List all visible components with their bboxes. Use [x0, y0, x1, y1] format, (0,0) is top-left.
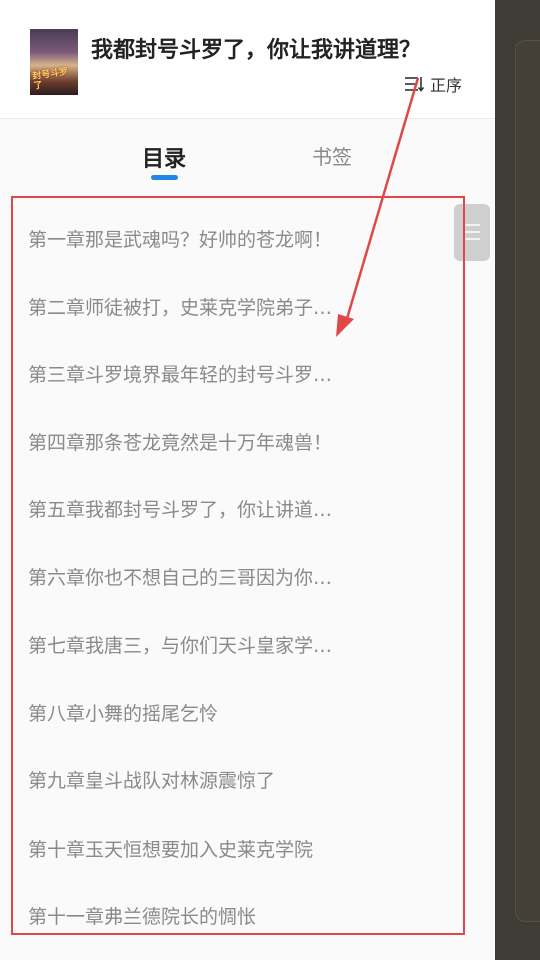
chapter-item[interactable]: 第四章那条苍龙竟然是十万年魂兽！ [28, 423, 358, 463]
tab-bookmarks[interactable]: 书签 [312, 141, 352, 170]
drawer-header: 封号斗罗了 我都封号斗罗了，你让我讲道理？ 正序 [0, 0, 495, 119]
chapter-item[interactable]: 第七章我唐三，与你们天斗皇家学… [28, 626, 358, 666]
chapter-item[interactable]: 第八章小舞的摇尾乞怜 [28, 694, 358, 734]
scroll-grip-line [464, 231, 480, 233]
chapter-item[interactable]: 第二章师徒被打，史莱克学院弟子… [28, 288, 358, 328]
chapter-list: 第一章那是武魂吗？好帅的苍龙啊！ 第二章师徒被打，史莱克学院弟子… 第三章斗罗境… [0, 193, 495, 960]
chapter-item[interactable]: 第十章玉天恒想要加入史莱克学院 [28, 830, 358, 870]
scroll-grip-line [464, 224, 480, 226]
background-page-edge [515, 40, 540, 922]
sort-order-icon [405, 77, 424, 92]
scroll-grip-line [464, 238, 480, 240]
chapter-item[interactable]: 第九章皇斗战队对林源震惊了 [28, 761, 358, 801]
active-tab-indicator [151, 175, 178, 180]
chapter-item[interactable]: 第一章那是武魂吗？好帅的苍龙啊！ [28, 220, 358, 260]
fast-scroll-thumb[interactable] [454, 204, 490, 261]
chapter-item[interactable]: 第五章我都封号斗罗了，你让讲道… [28, 490, 358, 530]
sort-order-label: 正序 [430, 76, 463, 95]
chapter-item[interactable]: 第三章斗罗境界最年轻的封号斗罗… [28, 355, 358, 395]
background-reader-page [495, 0, 540, 960]
book-cover: 封号斗罗了 [30, 29, 78, 95]
drawer-tabs: 目录 书签 [0, 119, 495, 193]
tab-contents[interactable]: 目录 [142, 141, 186, 173]
sort-order-toggle[interactable]: 正序 [404, 72, 462, 96]
cover-title-text: 封号斗罗了 [31, 67, 69, 92]
book-title: 我都封号斗罗了，你让我讲道理？ [91, 38, 422, 63]
chapter-item[interactable]: 第十一章弗兰德院长的惆怅 [28, 897, 358, 937]
chapter-item[interactable]: 第六章你也不想自己的三哥因为你… [28, 558, 358, 598]
table-of-contents-drawer: 封号斗罗了 我都封号斗罗了，你让我讲道理？ 正序 目录 书签 第一章那是武魂吗？… [0, 0, 495, 960]
